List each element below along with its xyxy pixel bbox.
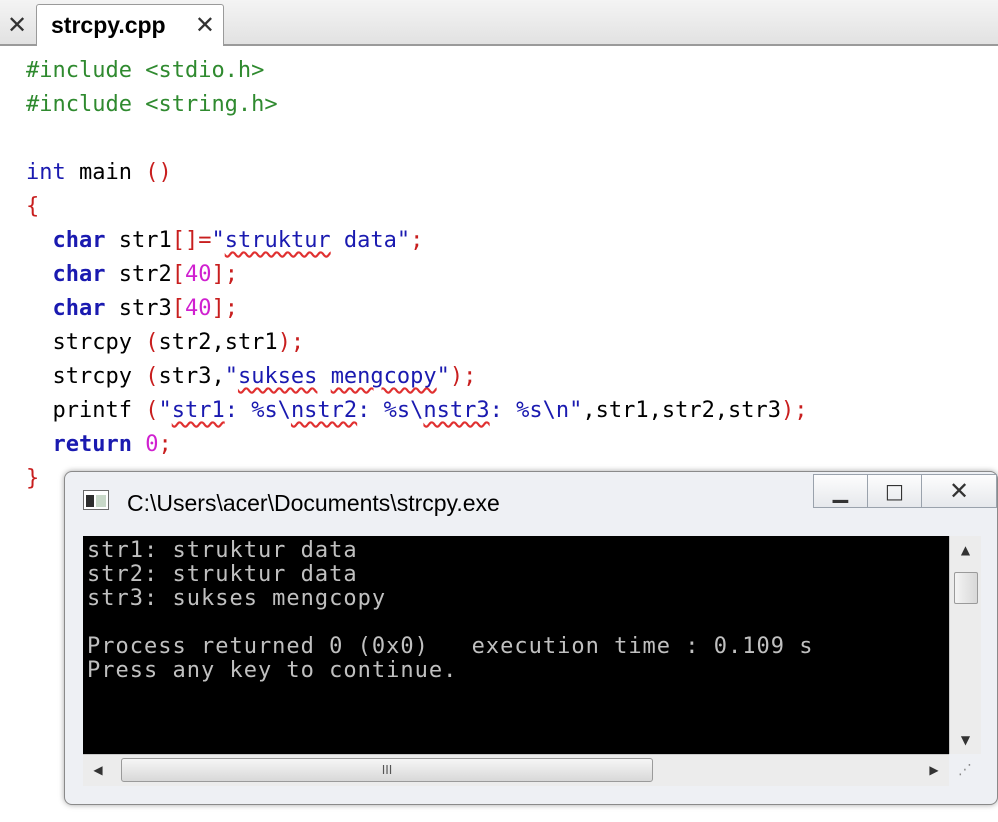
string-literal: nstr2: [290, 398, 358, 423]
identifier: main: [65, 160, 146, 185]
scroll-left-icon[interactable]: ◀: [83, 755, 113, 785]
tab-strcpy-cpp[interactable]: strcpy.cpp ✕: [36, 4, 224, 46]
function-name: strcpy: [52, 330, 146, 355]
code-line-1: #include <stdio.h>: [26, 54, 808, 88]
vertical-scrollbar[interactable]: ▲ ▼: [949, 536, 981, 754]
punctuation: );: [449, 364, 477, 389]
string-literal: mengcopy: [330, 364, 437, 389]
punctuation: []=: [171, 228, 212, 253]
editor-tab-bar: ✕ strcpy.cpp ✕: [0, 0, 998, 46]
include-header: <stdio.h>: [131, 58, 265, 83]
punctuation: (: [145, 330, 159, 355]
function-name: printf: [52, 398, 146, 423]
vertical-scroll-thumb[interactable]: [954, 572, 978, 604]
console-output[interactable]: str1: struktur data str2: struktur data …: [83, 536, 949, 754]
scroll-up-icon[interactable]: ▲: [950, 536, 981, 564]
arguments: str3,: [158, 364, 225, 389]
console-window[interactable]: C:\Users\acer\Documents\strcpy.exe ▁ □ ✕…: [64, 471, 998, 805]
scroll-down-icon[interactable]: ▼: [950, 726, 981, 754]
function-name: strcpy: [52, 364, 146, 389]
console-line: Press any key to continue.: [87, 658, 458, 683]
code-line-10: strcpy (str3,"sukses mengcopy");: [26, 360, 808, 394]
code-line-12: return 0;: [26, 428, 808, 462]
close-icon[interactable]: ✕: [921, 474, 997, 508]
code-line-8: char str3[40];: [26, 292, 808, 326]
punctuation: ;: [158, 432, 172, 457]
string-literal: ": [396, 228, 411, 253]
punctuation: ;: [410, 228, 424, 253]
punctuation: );: [277, 330, 305, 355]
console-line: str2: struktur data: [87, 562, 358, 587]
code-line-4: int main (): [26, 156, 808, 190]
punctuation: ];: [211, 296, 238, 321]
identifier: str3: [105, 296, 172, 321]
preprocessor-directive: #include: [26, 58, 132, 83]
string-literal: sukses: [237, 364, 318, 389]
console-app-icon: [83, 490, 109, 510]
punctuation: (: [145, 398, 159, 423]
punctuation: [: [171, 296, 185, 321]
tab-label: strcpy.cpp: [51, 12, 166, 38]
keyword: return: [52, 432, 132, 457]
window-title: C:\Users\acer\Documents\strcpy.exe: [127, 490, 500, 516]
brace: {: [26, 194, 40, 219]
identifier: str1: [105, 228, 172, 253]
code-line-2: #include <string.h>: [26, 88, 808, 122]
string-literal: data: [330, 228, 397, 253]
console-line: str1: struktur data: [87, 538, 358, 563]
keyword: char: [52, 262, 106, 287]
console-line: Process returned 0 (0x0) execution time …: [87, 634, 814, 659]
keyword: char: [52, 296, 106, 321]
punctuation: (): [145, 160, 172, 185]
string-literal: struktur: [224, 228, 331, 253]
close-icon[interactable]: ✕: [0, 6, 34, 44]
scroll-right-icon[interactable]: ▶: [919, 755, 949, 785]
code-line-7: char str2[40];: [26, 258, 808, 292]
string-literal: : %s\: [357, 398, 424, 423]
string-literal: str1: [171, 398, 225, 423]
string-literal: ": [211, 228, 225, 253]
number-literal: 40: [184, 296, 212, 321]
window-controls: ▁ □ ✕: [813, 474, 997, 510]
punctuation: (: [145, 364, 159, 389]
preprocessor-directive: #include: [26, 92, 132, 117]
number-literal: 40: [184, 262, 212, 287]
arguments: str2,str1: [158, 330, 278, 355]
string-literal: ": [158, 398, 172, 423]
string-literal: : %s\: [224, 398, 291, 423]
punctuation: [: [171, 262, 185, 287]
number-literal: 0: [145, 432, 159, 457]
code-line-6: char str1[]="struktur data";: [26, 224, 808, 258]
code-line-5: {: [26, 190, 808, 224]
punctuation: ];: [211, 262, 238, 287]
tab-close-icon[interactable]: ✕: [195, 11, 215, 39]
horizontal-scrollbar[interactable]: ◀ III ▶: [83, 754, 949, 786]
brace: }: [26, 466, 40, 491]
code-line-9: strcpy (str2,str1);: [26, 326, 808, 360]
console-line: str3: sukses mengcopy: [87, 586, 387, 611]
resize-grip-icon[interactable]: ⋰: [951, 756, 979, 784]
arguments: ,str1,str2,str3: [582, 398, 782, 423]
identifier: str2: [105, 262, 172, 287]
code-editor[interactable]: #include <stdio.h> #include <string.h> i…: [26, 54, 808, 496]
string-literal: ": [436, 364, 450, 389]
string-literal: [317, 364, 330, 389]
punctuation: );: [781, 398, 808, 423]
horizontal-scroll-thumb[interactable]: III: [121, 758, 653, 782]
include-header: <string.h>: [131, 92, 278, 117]
maximize-icon[interactable]: □: [867, 474, 922, 508]
code-line-11: printf ("str1: %s\nstr2: %s\nstr3: %s\n"…: [26, 394, 808, 428]
string-literal: : %s\n": [489, 398, 583, 423]
keyword: char: [52, 228, 106, 253]
minimize-icon[interactable]: ▁: [813, 474, 868, 508]
string-literal: ": [224, 364, 238, 389]
keyword: int: [26, 160, 66, 185]
string-literal: nstr3: [423, 398, 490, 423]
